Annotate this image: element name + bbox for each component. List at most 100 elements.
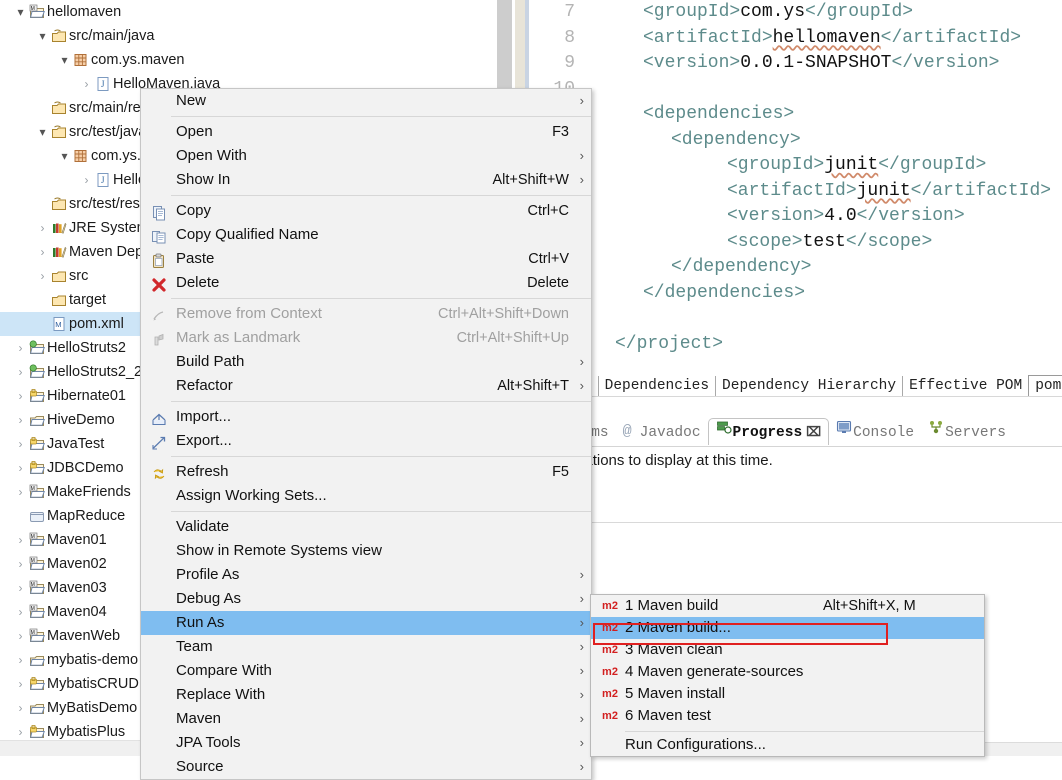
menu-item-label: Build Path xyxy=(176,353,245,370)
code-token: </artifactId> xyxy=(880,27,1022,48)
run-as-submenu[interactable]: m2 1 Maven build Alt+Shift+X, M m2 2 Maven b… xyxy=(590,594,985,757)
view-tab-servers[interactable]: Servers xyxy=(921,419,1013,445)
twisty-expanded-icon[interactable]: ▾ xyxy=(58,48,71,72)
submenu-item-2-maven-build[interactable]: m2 2 Maven build... xyxy=(591,617,984,639)
source-folder-icon xyxy=(49,24,69,48)
menu-item-show-in[interactable]: Show In Alt+Shift+W › xyxy=(141,168,591,192)
console-icon xyxy=(836,419,853,445)
twisty-expanded-icon[interactable]: ▾ xyxy=(36,120,49,144)
project-context-menu[interactable]: New › Open F3 Open With › Show In Alt+Shift+W › C… xyxy=(140,88,592,780)
submenu-item-6-maven-test[interactable]: m2 6 Maven test xyxy=(591,705,984,727)
menu-item-copy[interactable]: Copy Ctrl+C xyxy=(141,199,591,223)
code-text: <scope>test</scope> xyxy=(575,230,932,256)
code-text: <artifactId>junit</artifactId> xyxy=(575,179,1051,205)
menu-item-compare-with[interactable]: Compare With › xyxy=(141,659,591,683)
editor-form-tabs[interactable]: ‹ OverviewDependenciesDependency Hierarc… xyxy=(515,356,1062,397)
menu-item-profile-as[interactable]: Profile As › xyxy=(141,563,591,587)
code-line: <version>4.0</version> xyxy=(529,204,1062,230)
twisty-collapsed-icon[interactable]: › xyxy=(14,456,27,480)
pom-xml-source[interactable]: 7 <groupId>com.ys</groupId> 8 <artifactId>h… xyxy=(529,0,1062,352)
menu-item-export[interactable]: Export... xyxy=(141,429,591,453)
menu-item-validate[interactable]: Validate xyxy=(141,515,591,539)
twisty-collapsed-icon[interactable]: › xyxy=(14,552,27,576)
twisty-collapsed-icon[interactable]: › xyxy=(14,480,27,504)
tree-item-com-ys-maven[interactable]: ▾ com.ys.maven xyxy=(0,48,495,72)
submenu-item-3-maven-clean[interactable]: m2 3 Maven clean xyxy=(591,639,984,661)
close-icon[interactable]: ⌧ xyxy=(802,425,821,440)
editor-tab-dependencies[interactable]: Dependencies xyxy=(597,376,715,397)
view-tab-console[interactable]: Console xyxy=(829,419,921,445)
twisty-collapsed-icon[interactable]: › xyxy=(36,264,49,288)
editor-tab-strip[interactable]: OverviewDependenciesDependency Hierarchy… xyxy=(515,375,1062,397)
twisty-expanded-icon[interactable]: ▾ xyxy=(14,0,27,24)
submenu-item-5-maven-install[interactable]: m2 5 Maven install xyxy=(591,683,984,705)
menu-item-build-path[interactable]: Build Path › xyxy=(141,350,591,374)
submenu-arrow-icon: › xyxy=(579,172,584,187)
menu-separator xyxy=(171,401,591,402)
menu-item-maven[interactable]: Maven › xyxy=(141,707,591,731)
menu-item-paste[interactable]: Paste Ctrl+V xyxy=(141,247,591,271)
menu-separator xyxy=(171,456,591,457)
svg-text:M: M xyxy=(55,320,61,329)
twisty-collapsed-icon[interactable]: › xyxy=(14,648,27,672)
menu-item-debug-as[interactable]: Debug As › xyxy=(141,587,591,611)
twisty-collapsed-icon[interactable]: › xyxy=(80,168,93,192)
code-token: hellomaven xyxy=(772,27,881,48)
twisty-collapsed-icon[interactable]: › xyxy=(14,408,27,432)
twisty-collapsed-icon[interactable]: › xyxy=(14,720,27,740)
twisty-collapsed-icon[interactable]: › xyxy=(36,240,49,264)
twisty-collapsed-icon[interactable]: › xyxy=(14,600,27,624)
menu-item-run-as[interactable]: Run As › xyxy=(141,611,591,635)
menu-item-accelerator: Delete xyxy=(527,275,569,291)
tree-item-src-main-java[interactable]: ▾ src/main/java xyxy=(0,24,495,48)
submenu-item-1-maven-build[interactable]: m2 1 Maven build Alt+Shift+X, M xyxy=(591,595,984,617)
submenu-item-label: Run Configurations... xyxy=(625,736,766,753)
menu-item-jpa-tools[interactable]: JPA Tools › xyxy=(141,731,591,755)
menu-item-source[interactable]: Source › xyxy=(141,755,591,779)
menu-item-delete[interactable]: Delete Delete xyxy=(141,271,591,295)
editor-tab-dependency-hierarchy[interactable]: Dependency Hierarchy xyxy=(715,376,902,397)
at-icon: @ xyxy=(622,422,632,440)
menu-item-show-in-remote-systems-view[interactable]: Show in Remote Systems view xyxy=(141,539,591,563)
tree-item-hellomaven[interactable]: ▾ Mhellomaven xyxy=(0,0,495,24)
menu-item-assign-working-sets[interactable]: Assign Working Sets... xyxy=(141,484,591,508)
view-tab-javadoc[interactable]: @ Javadoc xyxy=(616,419,708,445)
menu-item-label: Paste xyxy=(176,250,215,267)
svg-text:M: M xyxy=(31,534,35,540)
menu-item-import[interactable]: Import... xyxy=(141,405,591,429)
twisty-collapsed-icon[interactable]: › xyxy=(14,672,27,696)
menu-item-label: Delete xyxy=(176,274,220,291)
twisty-collapsed-icon[interactable]: › xyxy=(14,336,27,360)
twisty-collapsed-icon[interactable]: › xyxy=(14,528,27,552)
submenu-arrow-icon: › xyxy=(579,735,584,750)
twisty-expanded-icon[interactable]: ▾ xyxy=(36,24,49,48)
m2-badge-icon: m2 xyxy=(602,688,618,700)
menu-item-refresh[interactable]: Refresh F5 xyxy=(141,460,591,484)
menu-item-copy-qualified-name[interactable]: Copy Qualified Name xyxy=(141,223,591,247)
twisty-collapsed-icon[interactable]: › xyxy=(80,72,93,96)
menu-item-open-with[interactable]: Open With › xyxy=(141,144,591,168)
editor-tab-effective-pom[interactable]: Effective POM xyxy=(902,376,1028,397)
menu-item-open[interactable]: Open F3 xyxy=(141,120,591,144)
code-token: com.ys xyxy=(740,2,806,22)
twisty-collapsed-icon[interactable]: › xyxy=(14,696,27,720)
submenu-arrow-icon: › xyxy=(579,591,584,606)
submenu-item-run-configurations[interactable]: Run Configurations... xyxy=(591,734,984,756)
code-line: 9 <version>0.0.1-SNAPSHOT</version> xyxy=(529,51,1062,77)
twisty-collapsed-icon[interactable]: › xyxy=(36,216,49,240)
menu-item-replace-with[interactable]: Replace With › xyxy=(141,683,591,707)
twisty-collapsed-icon[interactable]: › xyxy=(14,624,27,648)
menu-item-team[interactable]: Team › xyxy=(141,635,591,659)
submenu-item-4-maven-generate-sources[interactable]: m2 4 Maven generate-sources xyxy=(591,661,984,683)
menu-item-accelerator: Alt+Shift+W xyxy=(492,172,569,188)
editor-tab-pom-xml[interactable]: pom.xml xyxy=(1028,375,1062,397)
twisty-collapsed-icon[interactable]: › xyxy=(14,384,27,408)
twisty-expanded-icon[interactable]: ▾ xyxy=(58,144,71,168)
twisty-collapsed-icon[interactable]: › xyxy=(14,432,27,456)
menu-item-refactor[interactable]: Refactor Alt+Shift+T › xyxy=(141,374,591,398)
submenu-arrow-icon: › xyxy=(579,615,584,630)
twisty-collapsed-icon[interactable]: › xyxy=(14,576,27,600)
view-tab-progress[interactable]: Progress ⌧ xyxy=(707,418,830,445)
menu-item-new[interactable]: New › xyxy=(141,89,591,113)
twisty-collapsed-icon[interactable]: › xyxy=(14,360,27,384)
